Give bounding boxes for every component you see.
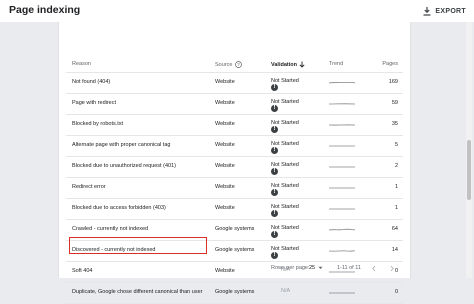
- table-row[interactable]: Page with redirect Website ! Not Started 59: [59, 94, 410, 114]
- info-icon: !: [271, 147, 278, 154]
- indexing-table-card: Reason Source ? Validation Trend Pages N…: [58, 22, 411, 304]
- prev-page-button[interactable]: [371, 265, 377, 274]
- row-reason: Blocked due to unauthorized request (401…: [72, 163, 176, 169]
- rows-per-page-label: Rows per page:: [271, 265, 310, 271]
- table-row[interactable]: Crawled - currently not indexed Google sy…: [59, 220, 410, 240]
- row-source: Google systems: [215, 289, 255, 295]
- row-validation: ! Not Started: [271, 141, 299, 154]
- next-page-button[interactable]: [389, 265, 395, 274]
- chevron-right-icon: [390, 265, 394, 272]
- col-pages[interactable]: Pages: [382, 61, 398, 67]
- trend-sparkline: [329, 166, 355, 168]
- info-icon: !: [271, 189, 278, 196]
- row-reason: Discovered - currently not indexed: [72, 247, 156, 253]
- row-pages: 5: [394, 142, 398, 148]
- page-range: 1-11 of 11: [337, 265, 361, 271]
- row-pages: 169: [388, 79, 398, 85]
- sort-arrow-icon: [299, 61, 305, 68]
- row-source: Website: [215, 79, 235, 85]
- row-pages: 2: [394, 163, 398, 169]
- row-validation: ! Not Started: [271, 78, 299, 91]
- info-icon: !: [271, 231, 278, 238]
- row-validation: ! Not Started: [271, 183, 299, 196]
- trend-sparkline: [329, 250, 355, 252]
- row-reason: Duplicate, Google chose different canoni…: [72, 289, 203, 295]
- download-icon: [423, 6, 431, 16]
- trend-sparkline: [329, 145, 355, 147]
- row-reason: Crawled - currently not indexed: [72, 226, 149, 232]
- col-validation-label: Validation: [271, 61, 297, 68]
- col-trend: Trend: [329, 61, 344, 67]
- trend-sparkline: [329, 124, 355, 126]
- info-icon: !: [271, 252, 278, 259]
- export-label: EXPORT: [435, 7, 466, 15]
- col-source[interactable]: Source ?: [215, 61, 243, 68]
- row-reason: Redirect error: [72, 184, 106, 190]
- row-validation: ! Not Started: [271, 225, 299, 238]
- row-pages: 1: [394, 184, 398, 190]
- row-source: Website: [215, 163, 235, 169]
- top-bar: Page indexing EXPORT: [0, 0, 474, 22]
- info-icon: !: [271, 126, 278, 133]
- trend-sparkline: [329, 187, 355, 189]
- table-row[interactable]: Blocked due to unauthorized request (401…: [59, 157, 410, 177]
- row-validation: N/A: [271, 288, 290, 294]
- row-validation: ! Not Started: [271, 204, 299, 217]
- row-source: Website: [215, 142, 235, 148]
- table-row[interactable]: Redirect error Website ! Not Started 1: [59, 178, 410, 198]
- row-validation: ! Not Started: [271, 99, 299, 112]
- info-icon: !: [271, 210, 278, 217]
- row-validation: ! Not Started: [271, 162, 299, 175]
- row-source: Google systems: [215, 226, 255, 232]
- row-pages: 59: [391, 100, 398, 106]
- trend-sparkline: [329, 103, 355, 105]
- row-validation: ! Not Started: [271, 120, 299, 133]
- row-source: Website: [215, 121, 235, 127]
- row-source: Website: [215, 205, 235, 211]
- pagination: Rows per page: 25 1-11 of 11: [59, 262, 410, 276]
- row-source: Website: [215, 184, 235, 190]
- chevron-left-icon: [372, 265, 376, 272]
- info-icon: !: [271, 84, 278, 91]
- table-row[interactable]: Discovered - currently not indexed Google…: [59, 241, 410, 261]
- row-pages: 1: [394, 205, 398, 211]
- table-row[interactable]: Blocked due to access forbidden (403) Web…: [59, 199, 410, 219]
- row-reason: Blocked by robots.txt: [72, 121, 124, 127]
- table-row[interactable]: Not found (404) Website ! Not Started 169: [59, 73, 410, 93]
- row-source: Google systems: [215, 247, 255, 253]
- row-pages: 64: [391, 226, 398, 232]
- scrollbar-thumb[interactable]: [467, 140, 471, 200]
- rows-per-page-value: 25: [309, 265, 316, 271]
- row-validation: ! Not Started: [271, 246, 299, 259]
- table-header: Reason Source ? Validation Trend Pages: [59, 58, 410, 72]
- table-row[interactable]: Alternate page with proper canonical tag…: [59, 136, 410, 156]
- row-reason: Not found (404): [72, 79, 111, 85]
- col-reason[interactable]: Reason: [72, 61, 91, 67]
- trend-sparkline: [329, 228, 355, 231]
- row-source: Website: [215, 100, 235, 106]
- table-row[interactable]: Duplicate, Google chose different canoni…: [59, 283, 410, 303]
- info-icon: !: [271, 105, 278, 112]
- row-reason: Alternate page with proper canonical tag: [72, 142, 171, 148]
- col-validation[interactable]: Validation: [271, 61, 305, 68]
- trend-sparkline: [329, 81, 355, 84]
- row-pages: 35: [391, 121, 398, 127]
- svg-text:?: ?: [238, 62, 241, 67]
- col-source-label: Source: [215, 61, 233, 68]
- export-button[interactable]: EXPORT: [423, 4, 466, 18]
- row-validation-label: N/A: [281, 288, 291, 294]
- dropdown-arrow-icon: [318, 266, 323, 269]
- rows-per-page-select[interactable]: 25: [309, 265, 323, 271]
- trend-sparkline: [329, 208, 355, 210]
- help-icon[interactable]: ?: [235, 61, 243, 68]
- row-pages: 14: [391, 247, 398, 253]
- table-row[interactable]: Blocked by robots.txt Website ! Not Started…: [59, 115, 410, 135]
- row-reason: Page with redirect: [72, 100, 117, 106]
- info-icon: !: [271, 168, 278, 175]
- trend-sparkline: [329, 292, 355, 294]
- page-title: Page indexing: [9, 4, 81, 16]
- row-pages: 0: [394, 289, 398, 295]
- row-reason: Blocked due to access forbidden (403): [72, 205, 166, 211]
